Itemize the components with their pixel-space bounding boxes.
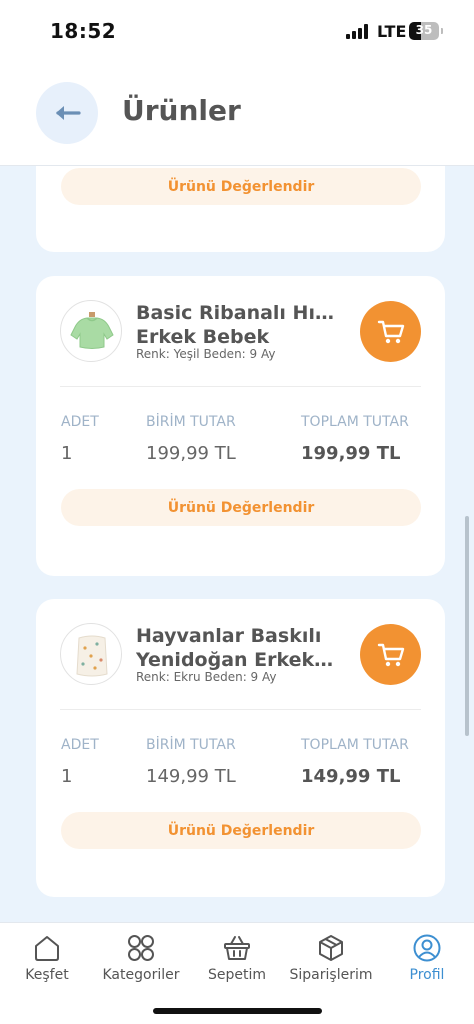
signal-icon xyxy=(346,24,372,39)
status-time: 18:52 xyxy=(50,19,117,43)
total-price-value: 149,99 TL xyxy=(301,766,401,787)
battery-level: 35 xyxy=(415,23,433,37)
product-variant: Renk: Ekru Beden: 9 Ay xyxy=(136,670,277,684)
arrow-left-icon xyxy=(56,106,81,120)
page-title: Ürünler xyxy=(122,94,241,127)
qty-label: ADET xyxy=(61,737,99,753)
cart-icon xyxy=(377,320,404,343)
product-list[interactable]: Ürünü Değerlendir Basic Ribanalı Hırka E… xyxy=(0,166,474,922)
cart-icon xyxy=(377,643,404,666)
product-card: Hayvanlar Baskılı Yenidoğan Erkek Bo... … xyxy=(36,599,445,897)
unit-price-value: 199,99 TL xyxy=(146,443,236,464)
total-price-label: TOPLAM TUTAR xyxy=(301,737,409,753)
divider xyxy=(60,709,421,710)
product-card: Ürünü Değerlendir xyxy=(36,166,445,252)
user-icon xyxy=(413,934,441,962)
tab-label: Kategoriler xyxy=(102,967,180,983)
product-thumbnail[interactable] xyxy=(60,300,122,362)
review-button[interactable]: Ürünü Değerlendir xyxy=(61,489,421,526)
unit-price-label: BİRİM TUTAR xyxy=(146,414,236,430)
unit-price-label: BİRİM TUTAR xyxy=(146,737,236,753)
home-icon xyxy=(35,936,59,961)
qty-label: ADET xyxy=(61,414,99,430)
qty-value: 1 xyxy=(61,766,73,787)
tab-kategoriler[interactable]: Kategoriler xyxy=(94,933,188,983)
unit-price-value: 149,99 TL xyxy=(146,766,236,787)
scrollbar[interactable] xyxy=(465,516,469,736)
network-label: LTE xyxy=(377,22,407,41)
tab-label: Sepetim xyxy=(207,967,267,983)
package-icon xyxy=(319,935,343,961)
product-thumbnail[interactable] xyxy=(60,623,122,685)
review-button[interactable]: Ürünü Değerlendir xyxy=(61,812,421,849)
divider xyxy=(60,386,421,387)
tab-label: Profil xyxy=(409,967,445,983)
battery-icon: 35 xyxy=(409,22,439,40)
tab-sepetim[interactable]: Sepetim xyxy=(190,933,284,983)
tab-siparislerim[interactable]: Siparişlerim xyxy=(284,933,378,983)
back-button[interactable] xyxy=(36,82,98,144)
tab-label: Siparişlerim xyxy=(289,967,373,983)
add-to-cart-button[interactable] xyxy=(360,301,421,362)
home-indicator xyxy=(153,1008,322,1014)
basket-icon xyxy=(224,936,250,960)
page-header: Ürünler xyxy=(0,62,474,166)
qty-value: 1 xyxy=(61,443,73,464)
add-to-cart-button[interactable] xyxy=(360,624,421,685)
tab-profil[interactable]: Profil xyxy=(380,933,474,983)
tab-label: Keşfet xyxy=(25,967,69,983)
product-name[interactable]: Hayvanlar Baskılı Yenidoğan Erkek Bo... xyxy=(136,624,336,672)
status-bar: 18:52 LTE 35 xyxy=(0,0,474,62)
product-variant: Renk: Yeşil Beden: 9 Ay xyxy=(136,347,276,361)
total-price-value: 199,99 TL xyxy=(301,443,401,464)
grid-icon xyxy=(128,935,154,961)
product-name[interactable]: Basic Ribanalı Hırka Erkek Bebek xyxy=(136,301,336,349)
product-card: Basic Ribanalı Hırka Erkek Bebek Renk: Y… xyxy=(36,276,445,576)
review-button[interactable]: Ürünü Değerlendir xyxy=(61,168,421,205)
total-price-label: TOPLAM TUTAR xyxy=(301,414,409,430)
tab-kesfet[interactable]: Keşfet xyxy=(0,933,94,983)
